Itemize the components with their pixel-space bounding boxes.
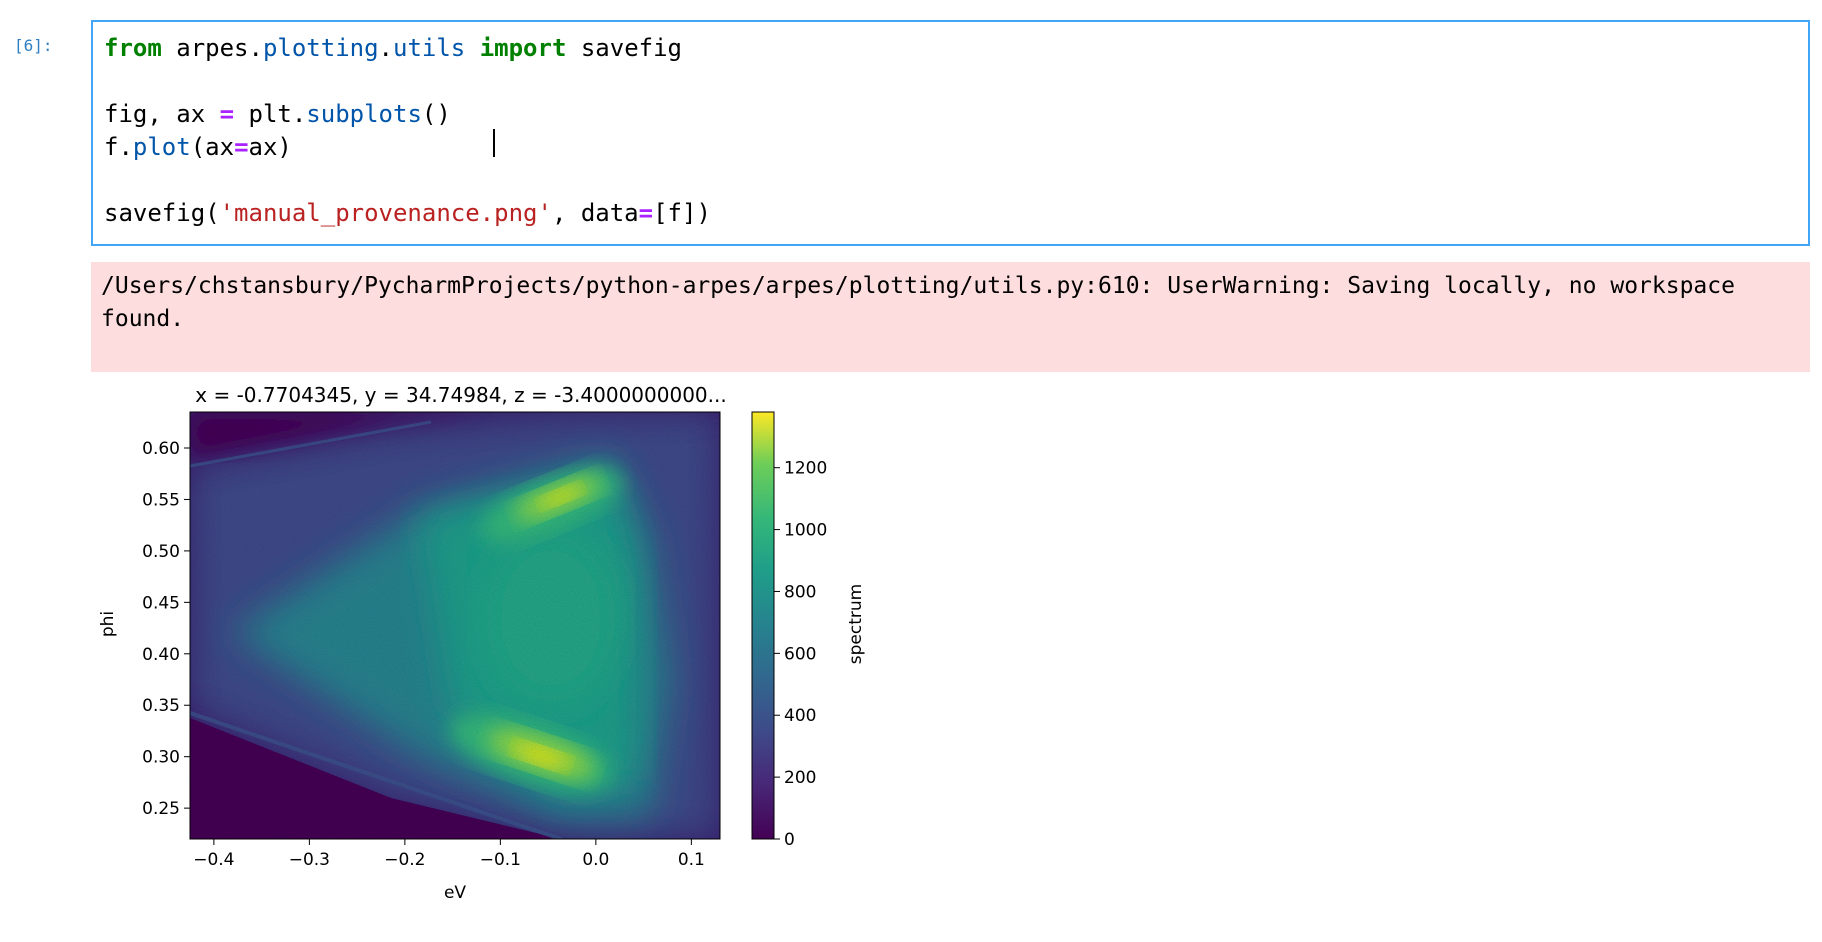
- dot: .: [291, 100, 307, 128]
- keyword-from: from: [104, 34, 162, 62]
- y-axis-ticks: 0.25 0.30 0.35 0.40 0.45 0.50 0.55 0.60: [142, 439, 190, 819]
- dot: .: [118, 133, 133, 161]
- x-tick-label: −0.3: [289, 850, 330, 870]
- function-name: subplots: [306, 100, 422, 128]
- code-text: (ax: [190, 133, 235, 161]
- code-text: plt: [234, 100, 292, 128]
- y-tick-label: 0.55: [142, 490, 180, 510]
- y-axis-label: phi: [98, 611, 118, 637]
- imported-name: savefig: [566, 34, 682, 62]
- colorbar: [751, 411, 775, 840]
- colorbar-label: spectrum: [846, 584, 866, 664]
- y-tick-label: 0.50: [142, 542, 180, 562]
- x-axis-label: eV: [444, 883, 466, 903]
- colorbar-tick-label: 400: [784, 706, 816, 726]
- operator: =: [234, 133, 249, 161]
- x-axis-ticks: −0.4 −0.3 −0.2 −0.1 0.0 0.1: [193, 839, 705, 870]
- keyword-import: import: [479, 34, 567, 62]
- dot: .: [378, 34, 393, 62]
- stderr-output: /Users/chstansbury/PycharmProjects/pytho…: [91, 262, 1810, 372]
- colorbar-tick-label: 1000: [784, 521, 827, 541]
- colorbar-tick-label: 1200: [784, 459, 827, 479]
- y-tick-label: 0.60: [142, 439, 180, 459]
- y-tick-label: 0.30: [142, 748, 180, 768]
- y-tick-label: 0.40: [142, 645, 180, 665]
- y-tick-label: 0.35: [142, 696, 180, 716]
- code-text: , data: [551, 199, 639, 227]
- x-tick-label: −0.1: [480, 850, 521, 870]
- colorbar-tick-label: 0: [784, 830, 795, 850]
- dot: .: [248, 34, 263, 62]
- string-literal: 'manual_provenance.png': [219, 199, 552, 227]
- code-line-4: f.plot(ax=ax): [104, 133, 292, 161]
- module-attr: plotting: [262, 34, 379, 62]
- heatmap-image: [190, 412, 720, 839]
- cell-prompt: [6]:: [14, 36, 53, 55]
- operator: =: [219, 100, 235, 128]
- text-cursor: [493, 129, 495, 157]
- code-line-3: fig, ax = plt.subplots(): [104, 100, 451, 128]
- code-text: ax): [248, 133, 292, 161]
- output-figure: x = -0.7704345, y = 34.74984, z = -3.400…: [91, 378, 971, 924]
- x-tick-label: 0.0: [582, 850, 609, 870]
- x-tick-label: −0.2: [384, 850, 425, 870]
- chart-title: x = -0.7704345, y = 34.74984, z = -3.400…: [195, 383, 726, 407]
- x-tick-label: −0.4: [193, 850, 234, 870]
- code-text: [f]): [653, 199, 711, 227]
- function-name: plot: [132, 133, 191, 161]
- warning-text: /Users/chstansbury/PycharmProjects/pytho…: [101, 273, 1749, 332]
- code-text: savefig(: [104, 199, 220, 227]
- code-line-6: savefig('manual_provenance.png', data=[f…: [104, 199, 711, 227]
- code-text: (): [421, 100, 451, 128]
- y-tick-label: 0.45: [142, 593, 180, 613]
- code-cell-input[interactable]: from arpes.plotting.utils import savefig…: [91, 20, 1810, 246]
- colorbar-tick-label: 800: [784, 582, 816, 602]
- colorbar-ticks: 0 200 400 600 800 1000 1200: [774, 459, 827, 850]
- colorbar-tick-label: 600: [784, 644, 816, 664]
- code-text: f: [104, 133, 119, 161]
- operator: =: [638, 199, 654, 227]
- y-tick-label: 0.25: [142, 799, 180, 819]
- heatmap-chart: x = -0.7704345, y = 34.74984, z = -3.400…: [98, 383, 866, 903]
- code-text: fig, ax: [104, 100, 220, 128]
- x-tick-label: 0.1: [678, 850, 705, 870]
- module-attr: utils: [393, 34, 466, 62]
- colorbar-tick-label: 200: [784, 768, 816, 788]
- code-editor[interactable]: from arpes.plotting.utils import savefig…: [104, 32, 711, 230]
- module-name: arpes: [161, 34, 249, 62]
- code-line-1: from arpes.plotting.utils import savefig: [104, 34, 682, 62]
